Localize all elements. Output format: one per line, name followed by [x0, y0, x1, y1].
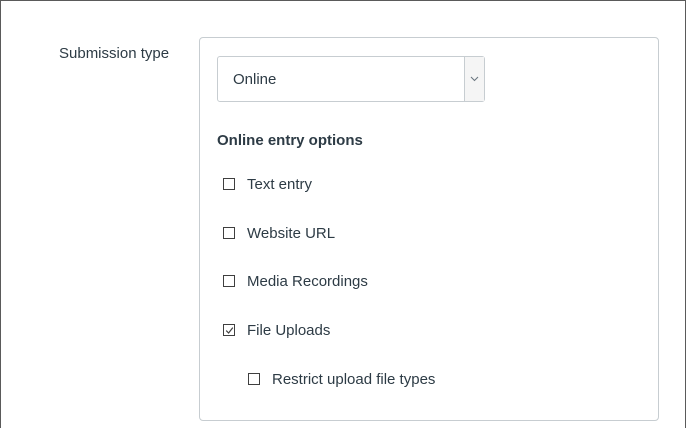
- option-text-entry[interactable]: Text entry: [223, 173, 312, 195]
- option-media-recordings[interactable]: Media Recordings: [223, 270, 368, 292]
- restrict-upload-file-types-label: Restrict upload file types: [272, 370, 436, 388]
- checkmark-icon: [225, 327, 234, 334]
- submission-type-selected-value: Online: [233, 71, 277, 88]
- submission-options-panel: Online Online entry options Text entry W…: [199, 37, 659, 421]
- submission-type-select[interactable]: Online: [217, 56, 485, 102]
- website-url-checkbox[interactable]: [223, 227, 235, 239]
- option-file-uploads[interactable]: File Uploads: [223, 319, 330, 341]
- chevron-down-icon: [470, 76, 479, 82]
- text-entry-checkbox[interactable]: [223, 178, 235, 190]
- text-entry-label: Text entry: [247, 175, 313, 193]
- media-recordings-label: Media Recordings: [247, 272, 368, 290]
- option-restrict-upload-file-types[interactable]: Restrict upload file types: [248, 368, 435, 390]
- select-arrow[interactable]: [464, 57, 484, 101]
- assignment-form-frame: Submission type Online Online entry opti…: [0, 0, 686, 428]
- online-entry-options-heading: Online entry options: [217, 132, 363, 149]
- file-uploads-label: File Uploads: [247, 321, 331, 339]
- media-recordings-checkbox[interactable]: [223, 275, 235, 287]
- website-url-label: Website URL: [247, 224, 336, 242]
- restrict-upload-file-types-checkbox[interactable]: [248, 373, 260, 385]
- submission-type-label: Submission type: [59, 45, 170, 62]
- option-website-url[interactable]: Website URL: [223, 222, 335, 244]
- file-uploads-checkbox[interactable]: [223, 324, 235, 336]
